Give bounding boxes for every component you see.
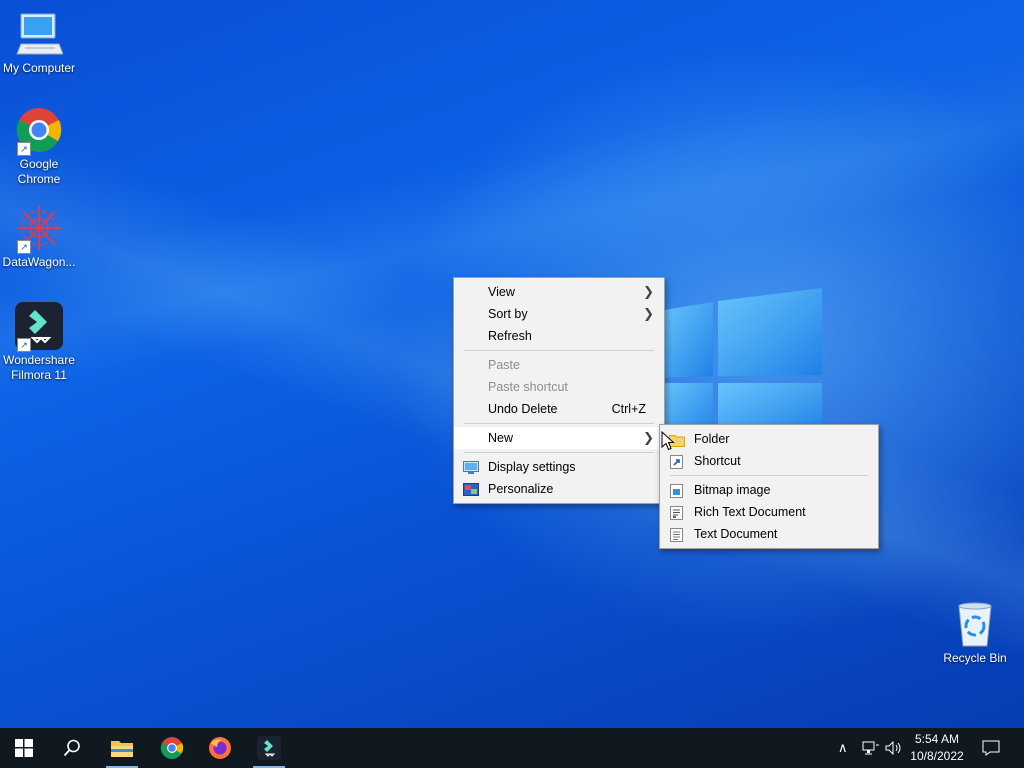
chevron-right-icon: ❯ (643, 430, 654, 445)
datawagon-icon: ↗ (15, 204, 63, 254)
rich-text-icon (669, 505, 685, 520)
folder-icon (111, 741, 133, 757)
network-icon[interactable] (862, 728, 880, 768)
menu-item-label: Paste shortcut (488, 380, 568, 394)
taskbar-file-explorer[interactable] (98, 728, 146, 768)
chevron-up-icon: ∧ (838, 740, 848, 755)
menu-item-undo-delete[interactable]: Undo Delete Ctrl+Z (454, 398, 664, 420)
recycle-bin-icon (951, 600, 999, 648)
menu-item-refresh[interactable]: Refresh (454, 325, 664, 347)
shortcut-arrow-icon: ↗ (17, 240, 31, 254)
volume-icon[interactable] (885, 728, 903, 768)
menu-item-view[interactable]: View ❯ (454, 281, 664, 303)
menu-item-label: Shortcut (694, 454, 741, 468)
submenu-item-bitmap-image[interactable]: Bitmap image (660, 479, 878, 501)
mouse-cursor-icon (661, 431, 675, 451)
text-document-icon (669, 527, 685, 542)
menu-item-sort-by[interactable]: Sort by ❯ (454, 303, 664, 325)
menu-item-label: Undo Delete (488, 402, 558, 416)
computer-icon (15, 10, 64, 58)
chevron-right-icon: ❯ (643, 306, 654, 321)
menu-separator (464, 423, 654, 424)
shortcut-arrow-icon: ↗ (17, 142, 31, 156)
desktop-icon-label: Wondershare Filmora 11 (3, 353, 75, 382)
clock-date: 10/8/2022 (910, 749, 964, 763)
menu-separator (464, 350, 654, 351)
chevron-right-icon: ❯ (643, 284, 654, 299)
menu-item-label: Refresh (488, 329, 532, 343)
taskbar-clock[interactable]: 5:54 AM 10/8/2022 (902, 731, 972, 765)
desktop-icon-filmora[interactable]: ↗ Wondershare Filmora 11 (0, 302, 79, 383)
desktop-icon-recycle-bin[interactable]: Recycle Bin (935, 600, 1015, 666)
menu-item-label: Display settings (488, 460, 576, 474)
start-button[interactable] (0, 728, 48, 768)
chrome-icon: ↗ (15, 106, 63, 156)
menu-item-personalize[interactable]: Personalize (454, 478, 664, 500)
menu-item-label: Personalize (488, 482, 554, 496)
personalize-icon (463, 482, 479, 496)
windows-start-icon (15, 739, 33, 757)
filmora-icon (257, 736, 281, 760)
menu-item-paste[interactable]: Paste (454, 354, 664, 376)
menu-item-label: Sort by (488, 307, 528, 321)
menu-item-label: Paste (488, 358, 520, 372)
submenu-item-rich-text-document[interactable]: Rich Text Document (660, 501, 878, 523)
menu-separator (670, 475, 868, 476)
menu-item-shortcut: Ctrl+Z (611, 402, 646, 416)
submenu-item-text-document[interactable]: Text Document (660, 523, 878, 545)
taskbar: ∧ 5:54 AM 10/8/2022 (0, 728, 1024, 768)
notification-icon (982, 740, 1000, 756)
menu-item-label: Folder (694, 432, 730, 446)
search-icon (63, 739, 80, 757)
shortcut-icon (669, 454, 685, 469)
menu-item-label: New (488, 431, 514, 445)
filmora-icon: ↗ (15, 302, 63, 352)
desktop-icon-my-computer[interactable]: My Computer (0, 10, 79, 76)
desktop-icon-label: My Computer (2, 61, 76, 75)
taskbar-filmora[interactable] (245, 728, 293, 768)
desktop-icon-label: Google Chrome (17, 157, 61, 186)
desktop-context-menu: View ❯ Sort by ❯ Refresh Paste Paste sho… (453, 277, 665, 504)
bitmap-icon (669, 483, 685, 498)
desktop-icon-datawagon[interactable]: ↗ DataWagon... (0, 204, 79, 270)
new-submenu: Folder Shortcut Bitmap image Rich Text D… (659, 424, 879, 549)
search-button[interactable] (48, 728, 96, 768)
taskbar-chrome[interactable] (148, 728, 196, 768)
menu-item-label: Bitmap image (694, 483, 771, 497)
taskbar-firefox[interactable] (196, 728, 244, 768)
firefox-icon (209, 737, 231, 759)
shortcut-arrow-icon: ↗ (17, 338, 31, 352)
menu-item-label: Text Document (694, 527, 778, 541)
desktop-icon-google-chrome[interactable]: ↗ Google Chrome (0, 106, 79, 187)
desktop-icon-label: Recycle Bin (943, 651, 1007, 665)
submenu-item-shortcut[interactable]: Shortcut (660, 450, 878, 472)
desktop-icon-label: DataWagon... (2, 255, 76, 269)
submenu-item-folder[interactable]: Folder (660, 428, 878, 450)
menu-separator (464, 452, 654, 453)
menu-item-label: Rich Text Document (694, 505, 806, 519)
notification-center-button[interactable] (982, 728, 1000, 768)
menu-item-label: View (488, 285, 515, 299)
display-settings-icon (463, 460, 479, 474)
show-hidden-icons-button[interactable]: ∧ (838, 728, 848, 768)
menu-item-display-settings[interactable]: Display settings (454, 456, 664, 478)
clock-time: 5:54 AM (914, 732, 960, 746)
chrome-icon (160, 737, 184, 759)
menu-item-new[interactable]: New ❯ (454, 427, 664, 449)
menu-item-paste-shortcut[interactable]: Paste shortcut (454, 376, 664, 398)
